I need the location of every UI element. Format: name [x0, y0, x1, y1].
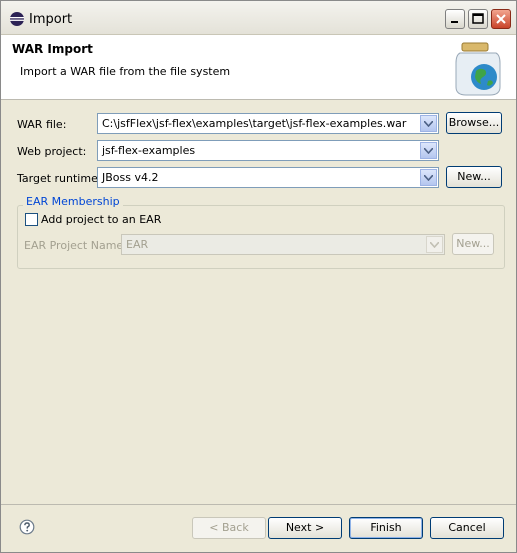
war-import-banner-icon	[452, 41, 504, 97]
add-to-ear-checkbox[interactable]	[25, 213, 38, 226]
close-button[interactable]	[491, 9, 511, 29]
ear-project-name-value: EAR	[126, 238, 149, 251]
chevron-down-icon[interactable]	[420, 115, 437, 132]
window-title: Import	[29, 12, 73, 27]
chevron-down-icon[interactable]	[420, 142, 437, 159]
browse-button[interactable]: Browse...	[446, 112, 502, 134]
minimize-button[interactable]	[445, 9, 465, 29]
footer-divider	[1, 504, 516, 505]
import-dialog: Import WAR Import Import a WAR file from…	[0, 0, 517, 553]
ear-project-name-combo[interactable]: EAR	[121, 234, 445, 255]
page-title: WAR Import	[12, 42, 93, 56]
back-button[interactable]: < Back	[192, 517, 266, 539]
next-button[interactable]: Next >	[268, 517, 342, 539]
new-runtime-button[interactable]: New...	[446, 166, 502, 188]
web-project-label: Web project:	[17, 145, 87, 158]
wizard-header: WAR Import Import a WAR file from the fi…	[1, 35, 516, 100]
target-runtime-label: Target runtime:	[17, 172, 102, 185]
wizard-body: WAR file: C:\jsfFlex\jsf-flex\examples\t…	[1, 100, 516, 504]
finish-button[interactable]: Finish	[349, 517, 423, 539]
maximize-button[interactable]	[468, 9, 488, 29]
target-runtime-value: JBoss v4.2	[102, 171, 159, 184]
help-icon[interactable]	[19, 519, 35, 535]
minimize-icon	[446, 10, 464, 28]
ear-membership-title: EAR Membership	[23, 195, 123, 208]
title-bar[interactable]: Import	[1, 1, 516, 35]
ear-new-button[interactable]: New...	[452, 233, 494, 255]
web-project-combo[interactable]: jsf-flex-examples	[97, 140, 439, 161]
chevron-down-icon	[426, 236, 443, 253]
war-file-value: C:\jsfFlex\jsf-flex\examples\target\jsf-…	[102, 117, 407, 130]
cancel-button[interactable]: Cancel	[430, 517, 504, 539]
ear-project-name-label: EAR Project Name:	[24, 239, 127, 252]
target-runtime-combo[interactable]: JBoss v4.2	[97, 167, 439, 188]
web-project-value: jsf-flex-examples	[102, 144, 196, 157]
add-to-ear-label: Add project to an EAR	[41, 213, 162, 226]
war-file-combo[interactable]: C:\jsfFlex\jsf-flex\examples\target\jsf-…	[97, 113, 439, 134]
close-icon	[492, 10, 510, 28]
eclipse-icon	[9, 11, 25, 27]
maximize-icon	[469, 10, 487, 28]
chevron-down-icon[interactable]	[420, 169, 437, 186]
page-description: Import a WAR file from the file system	[20, 65, 231, 78]
war-file-label: WAR file:	[17, 118, 67, 131]
